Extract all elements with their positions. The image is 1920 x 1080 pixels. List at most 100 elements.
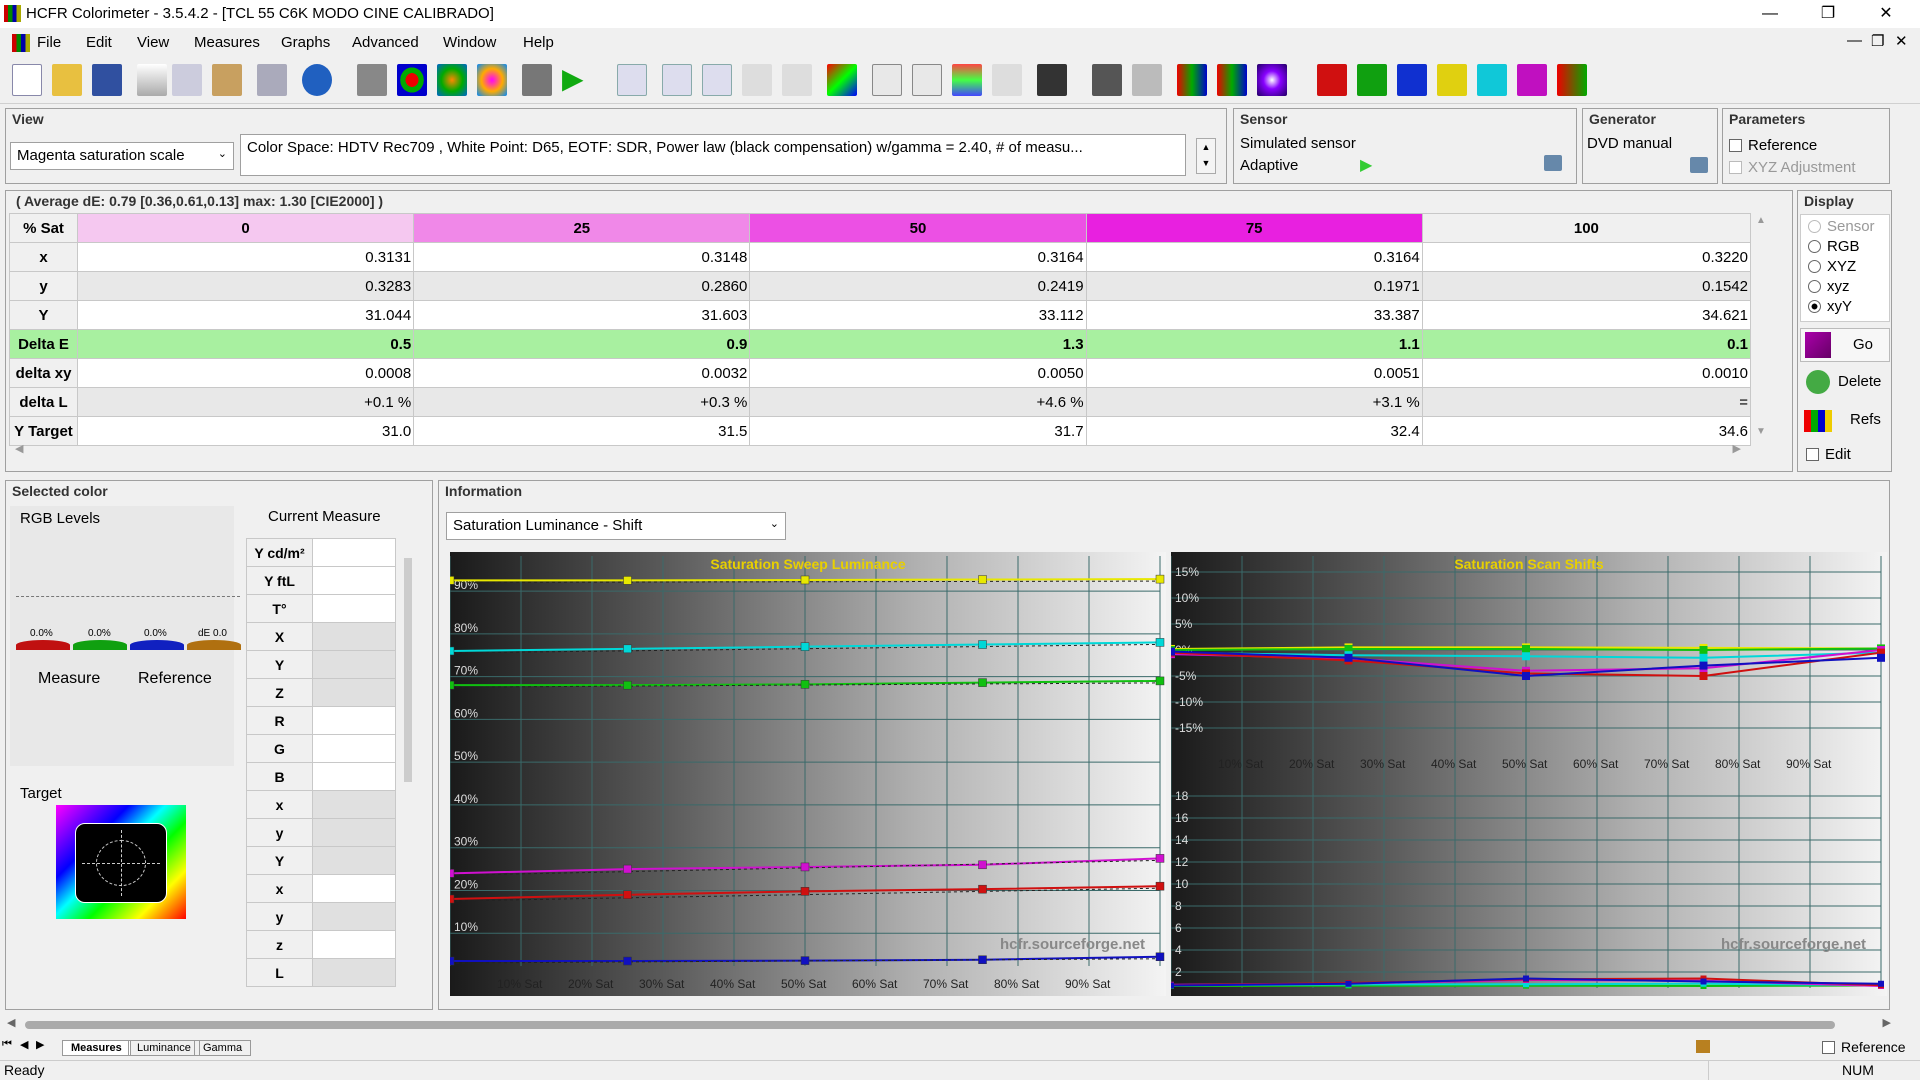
refs-button[interactable]: Refs [1800,404,1890,438]
radio-xyz[interactable]: XYZ [1808,258,1856,275]
go-button[interactable]: Go [1800,328,1890,362]
info-scroll-spinner[interactable]: ▲ ▼ [1196,138,1216,174]
radio-xyy[interactable]: xyY [1808,298,1852,315]
tab-prev-icon[interactable]: ◀ [20,1038,28,1051]
graph-type-dropdown[interactable]: Saturation Luminance - Shift ⌄ [446,512,786,540]
table-cell[interactable]: 0.3283 [76,271,415,301]
table-cell[interactable]: 0.1971 [1085,271,1423,301]
table-cell[interactable]: 0.0008 [76,358,415,388]
graph-8-icon[interactable] [952,64,982,96]
table-cell[interactable]: 0.2860 [413,271,751,301]
table-cell[interactable]: 0.2419 [749,271,1087,301]
rgb-measure-icon[interactable] [397,64,427,96]
status-reference-checkbox[interactable]: Reference [1822,1039,1906,1055]
camera-icon[interactable] [522,64,552,96]
table-cell[interactable]: +4.6 % [749,387,1087,417]
play-icon[interactable]: ▶ [1360,155,1372,175]
graph-6-icon[interactable] [872,64,902,96]
tab-first-icon[interactable]: ⏮ [2,1038,12,1051]
colors-icon[interactable] [437,64,467,96]
tab-measures[interactable]: Measures [62,1040,131,1056]
paste-icon[interactable] [212,64,242,96]
table-cell[interactable]: 0.0051 [1085,358,1423,388]
table-cell[interactable]: 1.1 [1085,329,1423,359]
table-cell[interactable]: 0.0010 [1421,358,1752,388]
menu-help[interactable]: Help [523,34,554,51]
mdi-restore-button[interactable]: ❐ [1871,32,1884,50]
mdi-close-button[interactable]: ✕ [1895,32,1908,50]
table-cell[interactable]: 0.3164 [1085,242,1423,272]
red-sat-icon[interactable] [1317,64,1347,96]
save-icon[interactable] [92,64,122,96]
tab-gamma[interactable]: Gamma [194,1040,252,1056]
table-cell[interactable]: 33.387 [1085,300,1423,330]
menu-file[interactable]: File [37,34,61,51]
saturation-scale-dropdown[interactable]: Magenta saturation scale ⌄ [10,142,234,170]
tab-luminance[interactable]: Luminance [128,1040,200,1056]
radio-sensor[interactable]: Sensor [1808,218,1875,235]
table-vscrollbar[interactable]: ▲ ▼ [1752,213,1770,439]
minimize-button[interactable]: — [1747,0,1793,28]
secondary-colors-icon[interactable] [477,64,507,96]
cut-icon[interactable] [137,64,167,96]
tab-next-icon[interactable]: ▶ [36,1038,44,1051]
table-cell[interactable]: 0.9 [413,329,751,359]
menu-measures[interactable]: Measures [194,34,260,51]
edit-checkbox[interactable]: Edit [1806,446,1851,463]
green-sat-icon[interactable] [1357,64,1387,96]
pattern-gray-icon[interactable] [1092,64,1122,96]
graph-3-icon[interactable] [702,64,732,96]
pattern-glow-icon[interactable] [1257,64,1287,96]
maximize-button[interactable]: ❐ [1805,0,1851,28]
sensor-icon[interactable] [357,64,387,96]
print-icon[interactable] [257,64,287,96]
radio-rgb[interactable]: RGB [1808,238,1860,255]
table-cell[interactable]: 0.1542 [1421,271,1752,301]
cie-diagram-icon[interactable] [827,64,857,96]
pattern-primaries-icon[interactable] [1177,64,1207,96]
pattern-primaries-2-icon[interactable] [1217,64,1247,96]
monitor-icon[interactable] [1037,64,1067,96]
all-sat-icon[interactable] [1557,64,1587,96]
graph-2-icon[interactable] [662,64,692,96]
generator-config-icon[interactable] [1690,157,1708,173]
cyan-sat-icon[interactable] [1477,64,1507,96]
blue-sat-icon[interactable] [1397,64,1427,96]
table-cell[interactable]: 33.112 [749,300,1087,330]
table-cell[interactable]: 0.3131 [76,242,415,272]
table-cell[interactable]: 0.3148 [413,242,751,272]
table-cell[interactable]: 1.3 [749,329,1087,359]
table-cell[interactable]: 0.0050 [749,358,1087,388]
table-cell[interactable]: +3.1 % [1085,387,1423,417]
menu-view[interactable]: View [137,34,169,51]
graph-1-icon[interactable] [617,64,647,96]
table-cell[interactable]: 0.3220 [1421,242,1752,272]
table-cell[interactable]: +0.1 % [76,387,415,417]
play-icon[interactable]: ▶ [562,64,592,96]
graph-7-icon[interactable] [912,64,942,96]
copy-icon[interactable] [172,64,202,96]
main-hscrollbar[interactable]: ◀ ▶ [5,1016,1895,1034]
new-icon[interactable] [12,64,42,96]
magenta-sat-icon[interactable] [1517,64,1547,96]
current-measure-scrollbar[interactable] [402,538,414,842]
graph-5-icon[interactable] [782,64,812,96]
graph-4-icon[interactable] [742,64,772,96]
table-cell[interactable]: 31.603 [413,300,751,330]
yellow-sat-icon[interactable] [1437,64,1467,96]
mdi-minimize-button[interactable]: — [1847,32,1862,49]
delete-button[interactable]: Delete [1800,366,1890,400]
menu-window[interactable]: Window [443,34,496,51]
open-icon[interactable] [52,64,82,96]
graph-9-icon[interactable] [992,64,1022,96]
menu-edit[interactable]: Edit [86,34,112,51]
pattern-white-icon[interactable] [1132,64,1162,96]
radio-xyz-lower[interactable]: xyz [1808,278,1850,295]
table-cell[interactable]: 0.5 [76,329,415,359]
help-icon[interactable] [302,64,332,96]
table-cell[interactable]: = [1421,387,1752,417]
table-hscrollbar[interactable]: ◀ ▶ [9,442,1751,460]
close-button[interactable]: ✕ [1863,0,1909,28]
menu-advanced[interactable]: Advanced [352,34,419,51]
table-cell[interactable]: 34.621 [1421,300,1752,330]
